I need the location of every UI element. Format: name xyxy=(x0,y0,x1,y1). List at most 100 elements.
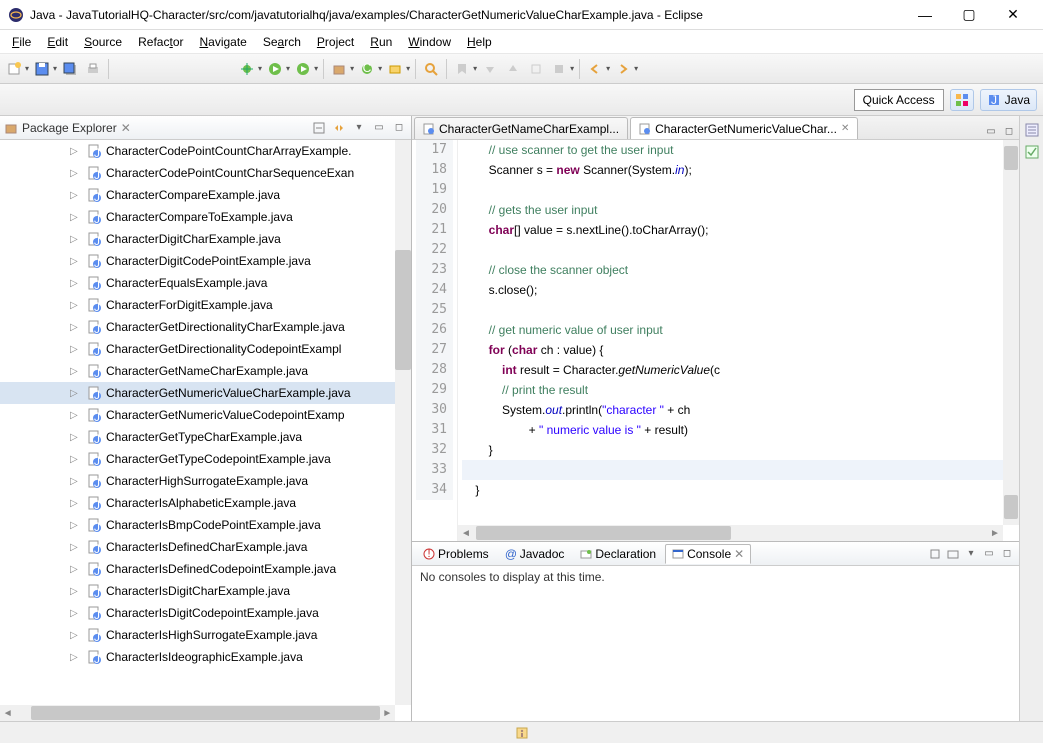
menu-window[interactable]: Window xyxy=(400,33,459,51)
search-button[interactable] xyxy=(421,59,441,79)
java-perspective-button[interactable]: J Java xyxy=(980,89,1037,111)
pin-editor-button[interactable] xyxy=(549,59,569,79)
tree-item[interactable]: ▷JCharacterIsDefinedCodepointExample.jav… xyxy=(0,558,395,580)
tree-item[interactable]: ▷JCharacterForDigitExample.java xyxy=(0,294,395,316)
tree-item[interactable]: ▷JCharacterCodePointCountCharArrayExampl… xyxy=(0,140,395,162)
show-whitespace-button[interactable] xyxy=(526,59,546,79)
editor-tab[interactable]: CharacterGetNumericValueChar...✕ xyxy=(630,117,858,139)
tree-item[interactable]: ▷JCharacterGetDirectionalityCodepointExa… xyxy=(0,338,395,360)
tip-icon[interactable] xyxy=(514,725,530,741)
editor-tab[interactable]: CharacterGetNameCharExampl... xyxy=(414,117,628,139)
tree-item[interactable]: ▷JCharacterIsDefinedCharExample.java xyxy=(0,536,395,558)
quick-access-input[interactable]: Quick Access xyxy=(854,89,944,111)
console-pin-icon[interactable] xyxy=(927,546,943,562)
menu-file[interactable]: File xyxy=(4,33,39,51)
open-type-button[interactable] xyxy=(385,59,405,79)
console-max-icon[interactable]: ◻ xyxy=(999,546,1015,562)
console-open-icon[interactable]: ▾ xyxy=(963,546,979,562)
bottom-tab-console[interactable]: Console ✕ xyxy=(665,544,751,564)
menu-refactor[interactable]: Refactor xyxy=(130,33,191,51)
new-button[interactable] xyxy=(4,59,24,79)
outline-trim-icon[interactable] xyxy=(1024,122,1040,138)
debug-button[interactable] xyxy=(237,59,257,79)
tree-item[interactable]: ▷JCharacterGetDirectionalityCharExample.… xyxy=(0,316,395,338)
new-class-button[interactable]: C xyxy=(357,59,377,79)
bottom-tab-javadoc[interactable]: @Javadoc xyxy=(498,544,572,564)
menu-navigate[interactable]: Navigate xyxy=(191,33,254,51)
view-menu-button[interactable]: ▾ xyxy=(351,120,367,136)
link-editor-button[interactable] xyxy=(331,120,347,136)
tree-item[interactable]: ▷JCharacterCompareToExample.java xyxy=(0,206,395,228)
task-list-trim-icon[interactable] xyxy=(1024,144,1040,160)
tree-item[interactable]: ▷JCharacterGetTypeCodepointExample.java xyxy=(0,448,395,470)
run-last-button[interactable] xyxy=(293,59,313,79)
menu-run[interactable]: Run xyxy=(362,33,400,51)
save-button[interactable] xyxy=(32,59,52,79)
minimize-button[interactable]: — xyxy=(903,1,947,29)
package-tree[interactable]: ▷JCharacterCodePointCountCharArrayExampl… xyxy=(0,140,411,721)
tree-item[interactable]: ▷JCharacterIsIdeographicExample.java xyxy=(0,646,395,668)
maximize-view-button[interactable]: ◻ xyxy=(391,120,407,136)
line-number: 18 xyxy=(416,160,453,180)
window-title: Java - JavaTutorialHQ-Character/src/com/… xyxy=(30,8,903,22)
svg-text:J: J xyxy=(94,344,100,356)
console-min-icon[interactable]: ▭ xyxy=(981,546,997,562)
tree-item[interactable]: ▷JCharacterIsDigitCharExample.java xyxy=(0,580,395,602)
forward-button[interactable] xyxy=(613,59,633,79)
minimize-editor-button[interactable]: ▭ xyxy=(983,123,999,139)
status-bar xyxy=(0,721,1043,743)
svg-text:J: J xyxy=(94,432,100,444)
tree-item[interactable]: ▷JCharacterGetTypeCharExample.java xyxy=(0,426,395,448)
editor-hscroll[interactable]: ◄► xyxy=(458,525,1003,541)
tree-item[interactable]: ▷JCharacterCompareExample.java xyxy=(0,184,395,206)
minimize-view-button[interactable]: ▭ xyxy=(371,120,387,136)
code-area[interactable]: // use scanner to get the user input Sca… xyxy=(458,140,1019,541)
menu-search[interactable]: Search xyxy=(255,33,309,51)
bottom-tab-problems[interactable]: !Problems xyxy=(416,544,496,564)
next-annotation-button[interactable] xyxy=(480,59,500,79)
tree-item[interactable]: ▷JCharacterGetNumericValueCodepointExamp xyxy=(0,404,395,426)
console-display-icon[interactable] xyxy=(945,546,961,562)
tree-item[interactable]: ▷JCharacterIsAlphabeticExample.java xyxy=(0,492,395,514)
tree-item[interactable]: ▷JCharacterEqualsExample.java xyxy=(0,272,395,294)
tree-item[interactable]: ▷JCharacterIsHighSurrogateExample.java xyxy=(0,624,395,646)
tree-item[interactable]: ▷JCharacterGetNameCharExample.java xyxy=(0,360,395,382)
close-button[interactable]: ✕ xyxy=(991,1,1035,29)
print-button[interactable] xyxy=(83,59,103,79)
tree-hscroll[interactable]: ◄ ► xyxy=(0,705,395,721)
open-perspective-button[interactable] xyxy=(950,89,974,111)
tree-item[interactable]: ▷JCharacterHighSurrogateExample.java xyxy=(0,470,395,492)
maximize-editor-button[interactable]: ◻ xyxy=(1001,123,1017,139)
close-tab-icon[interactable]: ✕ xyxy=(841,123,849,134)
editor-vscroll[interactable] xyxy=(1003,140,1019,525)
svg-text:J: J xyxy=(94,256,100,268)
collapse-all-button[interactable] xyxy=(311,120,327,136)
save-all-button[interactable] xyxy=(60,59,80,79)
prev-annotation-button[interactable] xyxy=(503,59,523,79)
tree-item[interactable]: ▷JCharacterIsDigitCodepointExample.java xyxy=(0,602,395,624)
tree-item-label: CharacterGetTypeCodepointExample.java xyxy=(106,452,331,466)
tree-item[interactable]: ▷JCharacterIsBmpCodePointExample.java xyxy=(0,514,395,536)
tree-item[interactable]: ▷JCharacterCodePointCountCharSequenceExa… xyxy=(0,162,395,184)
svg-text:J: J xyxy=(94,586,100,598)
code-line: // use scanner to get the user input xyxy=(462,140,1019,160)
menu-source[interactable]: Source xyxy=(76,33,130,51)
run-button[interactable] xyxy=(265,59,285,79)
bottom-tab-declaration[interactable]: Declaration xyxy=(573,544,663,564)
tree-item[interactable]: ▷JCharacterDigitCodePointExample.java xyxy=(0,250,395,272)
tree-vscroll[interactable] xyxy=(395,140,411,705)
back-button[interactable] xyxy=(585,59,605,79)
menu-project[interactable]: Project xyxy=(309,33,362,51)
code-editor[interactable]: 171819202122232425262728293031323334 // … xyxy=(412,140,1019,541)
tree-item[interactable]: ▷JCharacterDigitCharExample.java xyxy=(0,228,395,250)
tree-item[interactable]: ▷JCharacterGetNumericValueCharExample.ja… xyxy=(0,382,395,404)
menu-help[interactable]: Help xyxy=(459,33,500,51)
svg-text:J: J xyxy=(94,388,100,400)
maximize-button[interactable]: ▢ xyxy=(947,1,991,29)
new-package-button[interactable] xyxy=(329,59,349,79)
line-number: 30 xyxy=(416,400,453,420)
toggle-mark-button[interactable] xyxy=(452,59,472,79)
menu-edit[interactable]: Edit xyxy=(39,33,76,51)
bottom-tab-label: Console xyxy=(687,547,731,561)
code-line: char[] value = s.nextLine().toCharArray(… xyxy=(462,220,1019,240)
